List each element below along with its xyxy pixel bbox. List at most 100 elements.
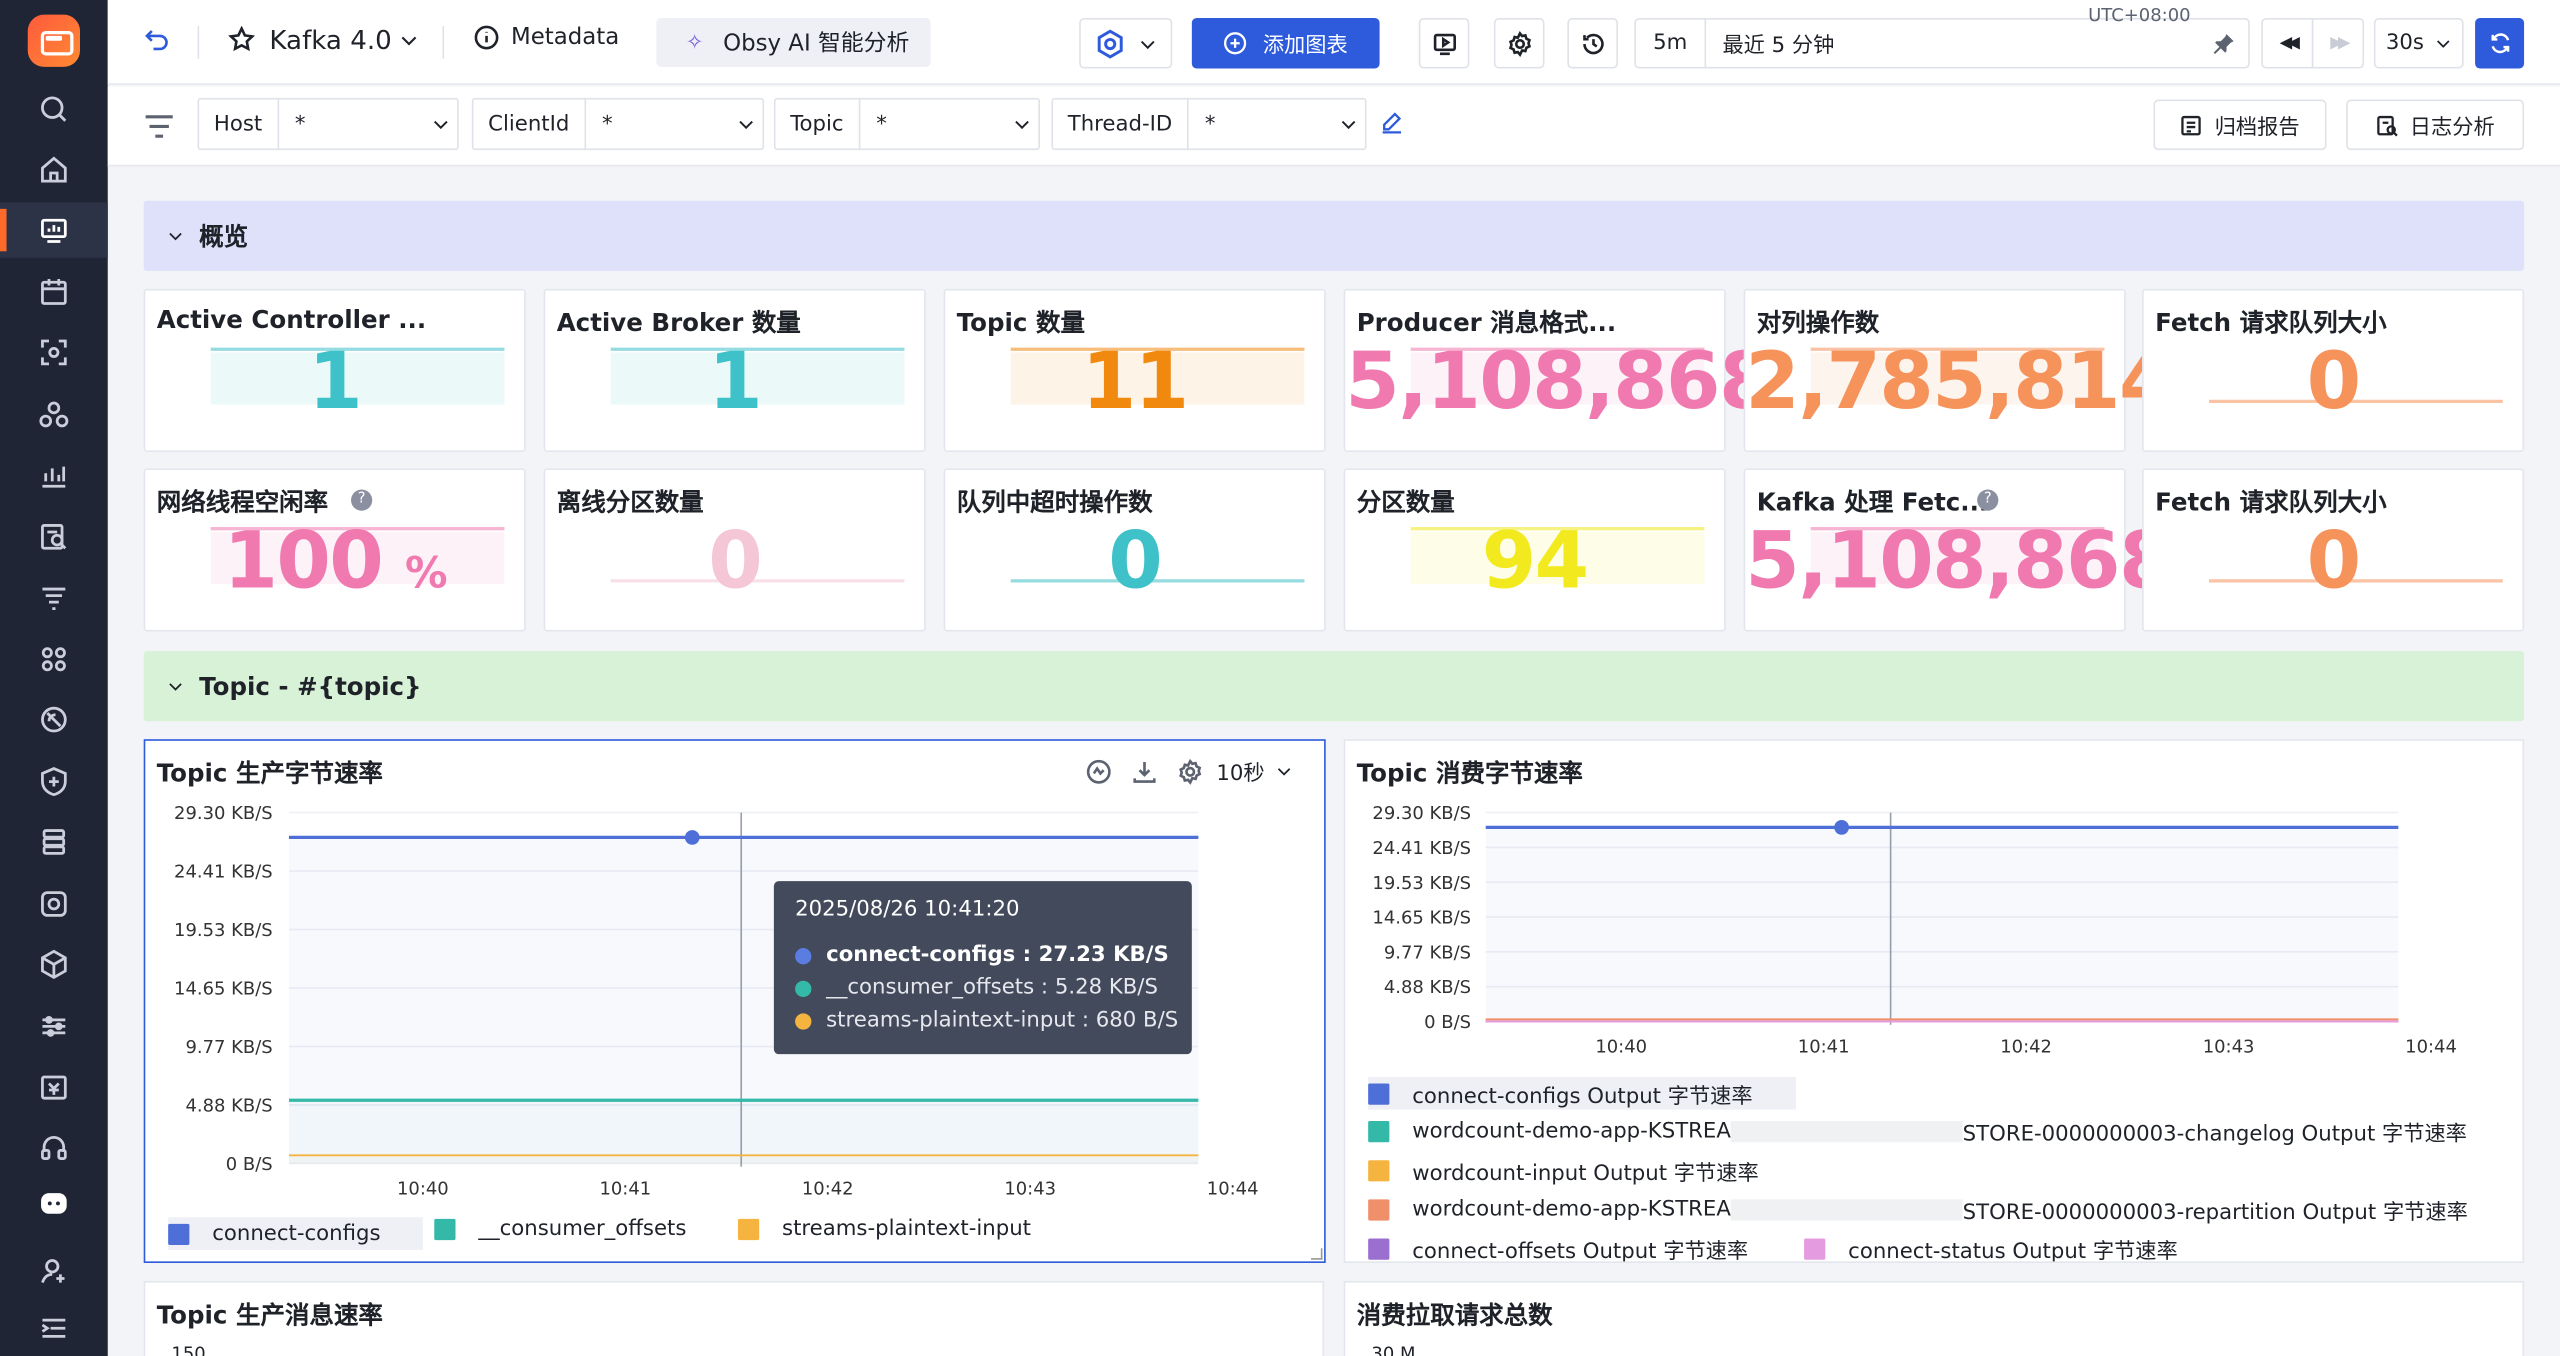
- time-forward-button[interactable]: ▶▶: [2311, 17, 2365, 69]
- package-icon[interactable]: [0, 937, 108, 992]
- view-mode-select[interactable]: [1079, 17, 1173, 69]
- thread-id-filter[interactable]: Thread-ID *: [1051, 97, 1367, 151]
- metrics-icon[interactable]: [0, 447, 108, 502]
- refresh-interval-label: 30s: [2385, 31, 2424, 56]
- database-icon[interactable]: [0, 814, 108, 869]
- title-chevron-down-icon[interactable]: [398, 29, 419, 50]
- stat-card[interactable]: 对列操作数 2,785,814: [1743, 288, 2173, 453]
- stat-card[interactable]: 分区数量 94: [1343, 468, 1726, 632]
- app-logo[interactable]: [27, 14, 80, 67]
- dashboard-icon[interactable]: [0, 202, 108, 258]
- topic-filter-value: *: [876, 111, 887, 137]
- time-short-button[interactable]: 5m: [1634, 17, 1707, 69]
- legend-item[interactable]: __consumer_offsets: [434, 1217, 686, 1242]
- chevron-down-icon: [1140, 40, 1154, 49]
- clientid-filter[interactable]: ClientId *: [471, 97, 765, 151]
- edit-filters-icon[interactable]: [1380, 111, 1404, 142]
- metadata-button[interactable]: Metadata: [473, 24, 619, 51]
- consume-bytes-panel[interactable]: Topic 消费字节速率 29.30 KB/S 24.41 KB/S 19.53 K…: [1343, 739, 2525, 1263]
- hover-point[interactable]: [1834, 820, 1849, 835]
- legend-item[interactable]: wordcount-demo-app-KSTREA STORE-000000000…: [1368, 1116, 2467, 1147]
- help-icon[interactable]: ?: [351, 489, 373, 511]
- host-filter[interactable]: Host *: [197, 97, 459, 151]
- presentation-mode-button[interactable]: [1418, 17, 1470, 69]
- help-icon[interactable]: ?: [1977, 489, 1999, 511]
- legend-item[interactable]: wordcount-input Output 字节速率: [1368, 1155, 1759, 1186]
- y-tick-label: 29.30 KB/S: [174, 803, 273, 824]
- log-analysis-button[interactable]: 日志分析: [2346, 99, 2525, 151]
- stat-card[interactable]: 队列中超时操作数 0: [943, 468, 1326, 632]
- stat-title: 离线分区数量: [556, 487, 704, 518]
- chart-tooltip: 2025/08/26 10:41:20 connect-configs : 27…: [773, 881, 1192, 1055]
- y-tick-label: 9.77 KB/S: [1384, 942, 1471, 963]
- billing-icon[interactable]: [0, 1059, 108, 1114]
- resize-handle[interactable]: [1311, 1248, 1323, 1260]
- stat-card[interactable]: Producer 消息格式... 5,108,868: [1343, 288, 1773, 453]
- stat-card[interactable]: Fetch 请求队列大小 0: [2142, 468, 2525, 632]
- legend-item[interactable]: streams-plaintext-input: [737, 1217, 1031, 1242]
- headset-icon[interactable]: [0, 1121, 108, 1176]
- legend-item[interactable]: connect-status Output 字节速率: [1804, 1234, 2178, 1261]
- log-analysis-label: 日志分析: [2409, 115, 2495, 141]
- legend-swatch: [168, 1223, 190, 1245]
- stat-card[interactable]: Kafka 处理 Fetc...? 5,108,868: [1743, 468, 2173, 632]
- redacted-text: [1730, 1121, 1963, 1143]
- consume-bytes-chart[interactable]: 29.30 KB/S 24.41 KB/S 19.53 KB/S 14.65 KB/S…: [1345, 741, 2524, 1067]
- stat-card[interactable]: Active Broker 数量 1: [543, 288, 926, 453]
- ai-analysis-button[interactable]: ✧ Obsy AI 智能分析: [656, 17, 931, 67]
- monitor-icon[interactable]: [0, 692, 108, 747]
- settings-button[interactable]: [1493, 17, 1545, 69]
- shield-icon[interactable]: [0, 754, 108, 809]
- legend-item[interactable]: connect-configs: [168, 1217, 423, 1250]
- add-chart-button[interactable]: 添加图表: [1191, 17, 1380, 69]
- home-icon[interactable]: [0, 142, 108, 197]
- favorite-star-icon[interactable]: [228, 26, 255, 52]
- stat-card[interactable]: Fetch 请求队列大小 0: [2142, 288, 2525, 453]
- hover-point[interactable]: [684, 830, 700, 845]
- search-icon[interactable]: [0, 82, 108, 137]
- rewind-icon: ◀◀: [2279, 34, 2300, 53]
- back-icon[interactable]: [144, 26, 170, 52]
- user-add-icon[interactable]: [0, 1243, 108, 1298]
- scan-icon[interactable]: [0, 325, 108, 380]
- pin-icon[interactable]: [2212, 32, 2235, 55]
- dashboard-title[interactable]: Kafka 4.0: [269, 24, 391, 55]
- topic-section-header[interactable]: Topic - #{topic}: [143, 651, 2525, 722]
- produce-msgs-panel[interactable]: Topic 生产消息速率 150: [143, 1280, 1325, 1356]
- topic-filter[interactable]: Topic *: [773, 97, 1040, 151]
- stat-unit: %: [404, 549, 448, 599]
- time-back-button[interactable]: ◀◀: [2261, 17, 2314, 69]
- legend-swatch: [1368, 1199, 1390, 1221]
- filter-list-icon[interactable]: [0, 569, 108, 624]
- stat-value-number: 1: [708, 336, 763, 428]
- y-tick-label: 150: [171, 1342, 206, 1356]
- tooltip-row: streams-plaintext-input : 680 B/S: [795, 1008, 1178, 1033]
- refresh-button[interactable]: [2475, 17, 2525, 69]
- chevron-down-icon: [1332, 114, 1365, 134]
- stat-card[interactable]: Topic 数量 11: [943, 288, 1326, 453]
- filter-toggle-icon[interactable]: [144, 111, 175, 149]
- history-button[interactable]: [1567, 17, 1618, 69]
- legend-item[interactable]: wordcount-demo-app-KSTREA STORE-000000000…: [1368, 1194, 2468, 1225]
- stat-card[interactable]: 离线分区数量 0: [543, 468, 926, 632]
- legend-swatch: [1368, 1238, 1390, 1260]
- refresh-interval-select[interactable]: 30s: [2373, 17, 2464, 69]
- apps-icon[interactable]: [0, 631, 108, 686]
- fetch-total-panel[interactable]: 消费拉取请求总数 30 M: [1343, 1280, 2525, 1356]
- calendar-icon[interactable]: [0, 264, 108, 319]
- settings-sliders-icon[interactable]: [0, 999, 108, 1054]
- archive-report-button[interactable]: 归档报告: [2153, 99, 2327, 151]
- stat-value-number: 100: [223, 515, 383, 608]
- target-icon[interactable]: [0, 876, 108, 931]
- cluster-icon[interactable]: [0, 387, 108, 442]
- overview-section-header[interactable]: 概览: [143, 200, 2525, 271]
- legend-item[interactable]: connect-configs Output 字节速率: [1368, 1076, 1796, 1110]
- stat-title: Topic 数量: [956, 308, 1085, 338]
- ai-assistant-icon[interactable]: [0, 1175, 108, 1230]
- menu-collapse-icon[interactable]: [0, 1301, 108, 1356]
- chevron-down-icon: [1006, 114, 1039, 134]
- log-search-icon[interactable]: [0, 509, 108, 564]
- legend-item[interactable]: connect-offsets Output 字节速率: [1368, 1234, 1748, 1261]
- stat-card[interactable]: Active Controller ... 1: [143, 288, 526, 453]
- stat-card[interactable]: 网络线程空闲率? 100%: [143, 468, 526, 632]
